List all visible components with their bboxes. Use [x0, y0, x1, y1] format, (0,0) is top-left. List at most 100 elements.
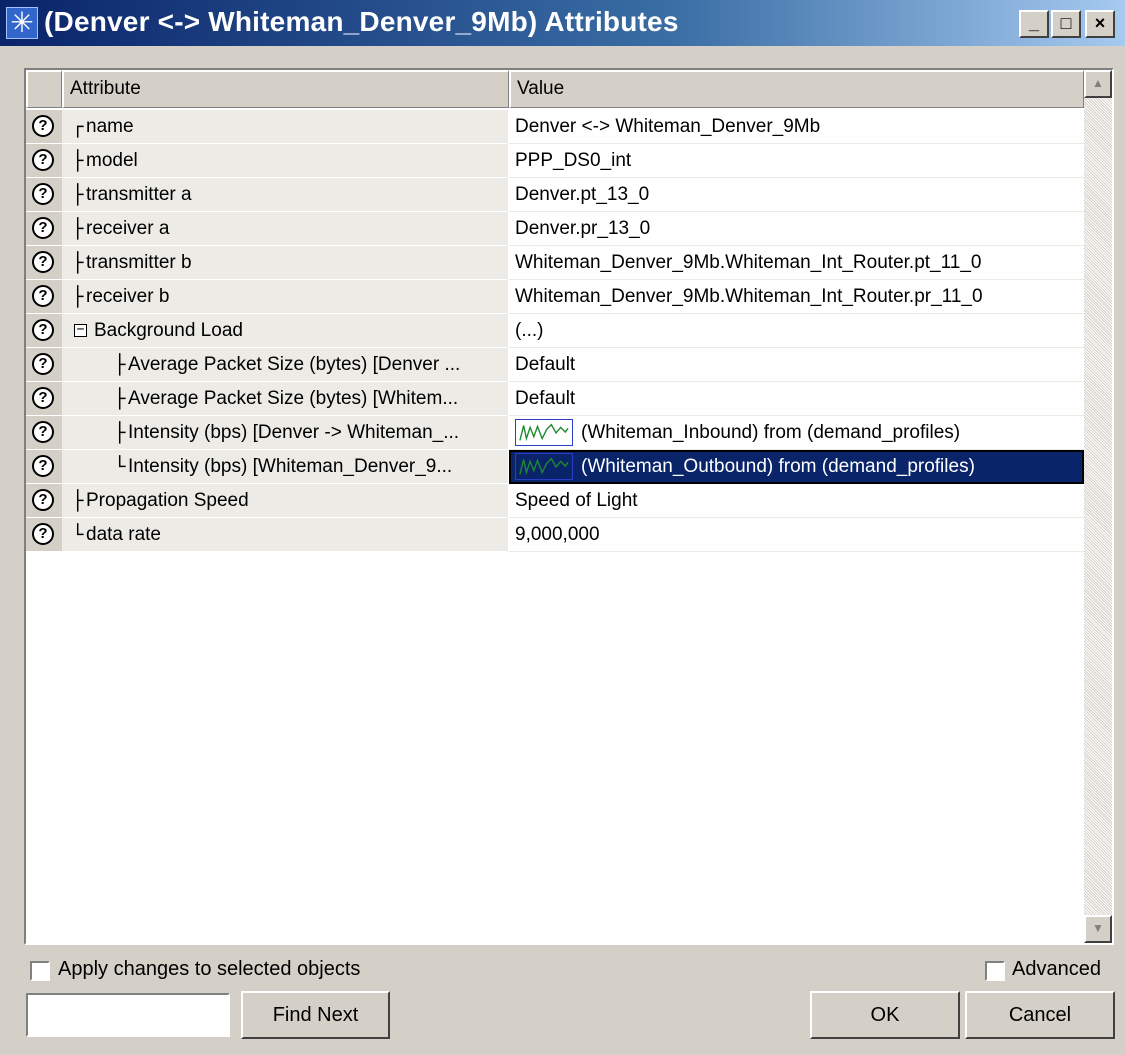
- header-corner: [26, 70, 62, 108]
- help-icon[interactable]: ?: [32, 115, 54, 137]
- table-row[interactable]: ? └ data rate 9,000,000: [26, 518, 1084, 552]
- maximize-button[interactable]: □: [1051, 10, 1081, 38]
- minimize-button[interactable]: _: [1019, 10, 1049, 38]
- ok-button[interactable]: OK: [810, 991, 960, 1039]
- attribute-cell[interactable]: − Background Load: [62, 314, 509, 348]
- help-cell: ?: [26, 314, 62, 348]
- attribute-label: Intensity (bps) [Whiteman_Denver_9...: [128, 456, 453, 477]
- help-icon[interactable]: ?: [32, 353, 54, 375]
- attribute-cell[interactable]: ├ receiver b: [62, 280, 509, 314]
- apply-changes-label[interactable]: Apply changes to selected objects: [58, 958, 360, 981]
- attribute-label: data rate: [86, 524, 161, 545]
- value-cell[interactable]: Whiteman_Denver_9Mb.Whiteman_Int_Router.…: [509, 280, 1084, 314]
- attribute-cell[interactable]: ├ receiver a: [62, 212, 509, 246]
- attribute-cell[interactable]: ├ Average Packet Size (bytes) [Denver ...: [62, 348, 509, 382]
- attribute-cell[interactable]: ├ model: [62, 144, 509, 178]
- scroll-up-button[interactable]: ▲: [1084, 70, 1112, 98]
- value-cell[interactable]: Default: [509, 382, 1084, 416]
- tree-line-icon: └: [72, 524, 84, 546]
- help-cell: ?: [26, 484, 62, 518]
- value-cell[interactable]: PPP_DS0_int: [509, 144, 1084, 178]
- value-cell[interactable]: (...): [509, 314, 1084, 348]
- find-next-button[interactable]: Find Next: [241, 991, 390, 1039]
- value-text: Default: [515, 388, 576, 409]
- help-cell: ?: [26, 518, 62, 552]
- attribute-label: receiver b: [86, 286, 170, 307]
- help-icon[interactable]: ?: [32, 319, 54, 341]
- help-cell: ?: [26, 280, 62, 314]
- help-cell: ?: [26, 212, 62, 246]
- help-cell: ?: [26, 348, 62, 382]
- attribute-label: Background Load: [94, 320, 243, 341]
- help-icon[interactable]: ?: [32, 489, 54, 511]
- value-cell-selected[interactable]: (Whiteman_Outbound) from (demand_profile…: [509, 450, 1084, 484]
- tree-line-icon: ├: [114, 388, 126, 410]
- header-value[interactable]: Value: [509, 70, 1084, 108]
- close-button[interactable]: ×: [1085, 10, 1115, 38]
- table-row[interactable]: ? ├ transmitter a Denver.pt_13_0: [26, 178, 1084, 212]
- tree-line-icon: ├: [72, 286, 84, 308]
- attribute-label: model: [86, 150, 138, 171]
- help-icon[interactable]: ?: [32, 421, 54, 443]
- scroll-down-button[interactable]: ▼: [1084, 915, 1112, 943]
- table-row[interactable]: ? ├ Propagation Speed Speed of Light: [26, 484, 1084, 518]
- attribute-cell[interactable]: └ data rate: [62, 518, 509, 552]
- header-attribute[interactable]: Attribute: [62, 70, 509, 108]
- value-cell[interactable]: Denver.pt_13_0: [509, 178, 1084, 212]
- attribute-cell[interactable]: ├ Propagation Speed: [62, 484, 509, 518]
- table-row[interactable]: ? ├ Average Packet Size (bytes) [Whitem...…: [26, 382, 1084, 416]
- table-row[interactable]: ? └ Intensity (bps) [Whiteman_Denver_9... (…: [26, 450, 1084, 484]
- title-bar[interactable]: ✳ (Denver <-> Whiteman_Denver_9Mb) Attri…: [0, 0, 1125, 46]
- attribute-label: receiver a: [86, 218, 170, 239]
- advanced-checkbox[interactable]: [985, 961, 1005, 981]
- value-text: Default: [515, 354, 576, 375]
- apply-changes-checkbox[interactable]: [30, 961, 50, 981]
- value-cell[interactable]: Denver <-> Whiteman_Denver_9Mb: [509, 110, 1084, 144]
- attribute-rows: ? ┌ name Denver <-> Whiteman_Denver_9Mb? ├ mo…: [26, 110, 1084, 552]
- value-text: (...): [515, 320, 544, 341]
- attribute-cell[interactable]: ├ transmitter a: [62, 178, 509, 212]
- help-icon[interactable]: ?: [32, 455, 54, 477]
- value-cell[interactable]: Denver.pr_13_0: [509, 212, 1084, 246]
- table-row[interactable]: ? ├ Intensity (bps) [Denver -> Whiteman_..…: [26, 416, 1084, 450]
- table-row[interactable]: ? ├ model PPP_DS0_int: [26, 144, 1084, 178]
- attribute-label: name: [86, 116, 134, 137]
- help-icon[interactable]: ?: [32, 217, 54, 239]
- value-text: PPP_DS0_int: [515, 150, 632, 171]
- help-cell: ?: [26, 144, 62, 178]
- value-text: (Whiteman_Outbound) from (demand_profile…: [581, 456, 975, 477]
- cancel-button[interactable]: Cancel: [965, 991, 1115, 1039]
- value-text: Denver.pr_13_0: [515, 218, 651, 239]
- attribute-cell[interactable]: ┌ name: [62, 110, 509, 144]
- attribute-cell[interactable]: ├ transmitter b: [62, 246, 509, 280]
- table-row[interactable]: ? ├ transmitter b Whiteman_Denver_9Mb.White…: [26, 246, 1084, 280]
- help-icon[interactable]: ?: [32, 285, 54, 307]
- attribute-cell[interactable]: └ Intensity (bps) [Whiteman_Denver_9...: [62, 450, 509, 484]
- help-icon[interactable]: ?: [32, 387, 54, 409]
- vertical-scrollbar[interactable]: ▲ ▼: [1084, 70, 1112, 943]
- attribute-cell[interactable]: ├ Average Packet Size (bytes) [Whitem...: [62, 382, 509, 416]
- value-cell[interactable]: 9,000,000: [509, 518, 1084, 552]
- value-text: Whiteman_Denver_9Mb.Whiteman_Int_Router.…: [515, 252, 982, 273]
- table-row[interactable]: ? − Background Load (...): [26, 314, 1084, 348]
- table-row[interactable]: ? ├ receiver b Whiteman_Denver_9Mb.Whiteman…: [26, 280, 1084, 314]
- value-text: (Whiteman_Inbound) from (demand_profiles…: [581, 422, 961, 443]
- help-icon[interactable]: ?: [32, 523, 54, 545]
- find-input[interactable]: [26, 993, 230, 1037]
- help-icon[interactable]: ?: [32, 149, 54, 171]
- tree-line-icon: ├: [72, 150, 84, 172]
- value-cell[interactable]: Whiteman_Denver_9Mb.Whiteman_Int_Router.…: [509, 246, 1084, 280]
- collapse-icon[interactable]: −: [74, 323, 87, 337]
- value-cell[interactable]: (Whiteman_Inbound) from (demand_profiles…: [509, 416, 1084, 450]
- attribute-table: Attribute Value ? ┌ name Denver <-> Whitema…: [24, 68, 1114, 945]
- help-icon[interactable]: ?: [32, 183, 54, 205]
- table-row[interactable]: ? ├ Average Packet Size (bytes) [Denver ..…: [26, 348, 1084, 382]
- table-row[interactable]: ? ├ receiver a Denver.pr_13_0: [26, 212, 1084, 246]
- value-cell[interactable]: Speed of Light: [509, 484, 1084, 518]
- table-row[interactable]: ? ┌ name Denver <-> Whiteman_Denver_9Mb: [26, 110, 1084, 144]
- help-cell: ?: [26, 382, 62, 416]
- advanced-label[interactable]: Advanced: [1012, 958, 1101, 981]
- attribute-cell[interactable]: ├ Intensity (bps) [Denver -> Whiteman_...: [62, 416, 509, 450]
- help-icon[interactable]: ?: [32, 251, 54, 273]
- value-cell[interactable]: Default: [509, 348, 1084, 382]
